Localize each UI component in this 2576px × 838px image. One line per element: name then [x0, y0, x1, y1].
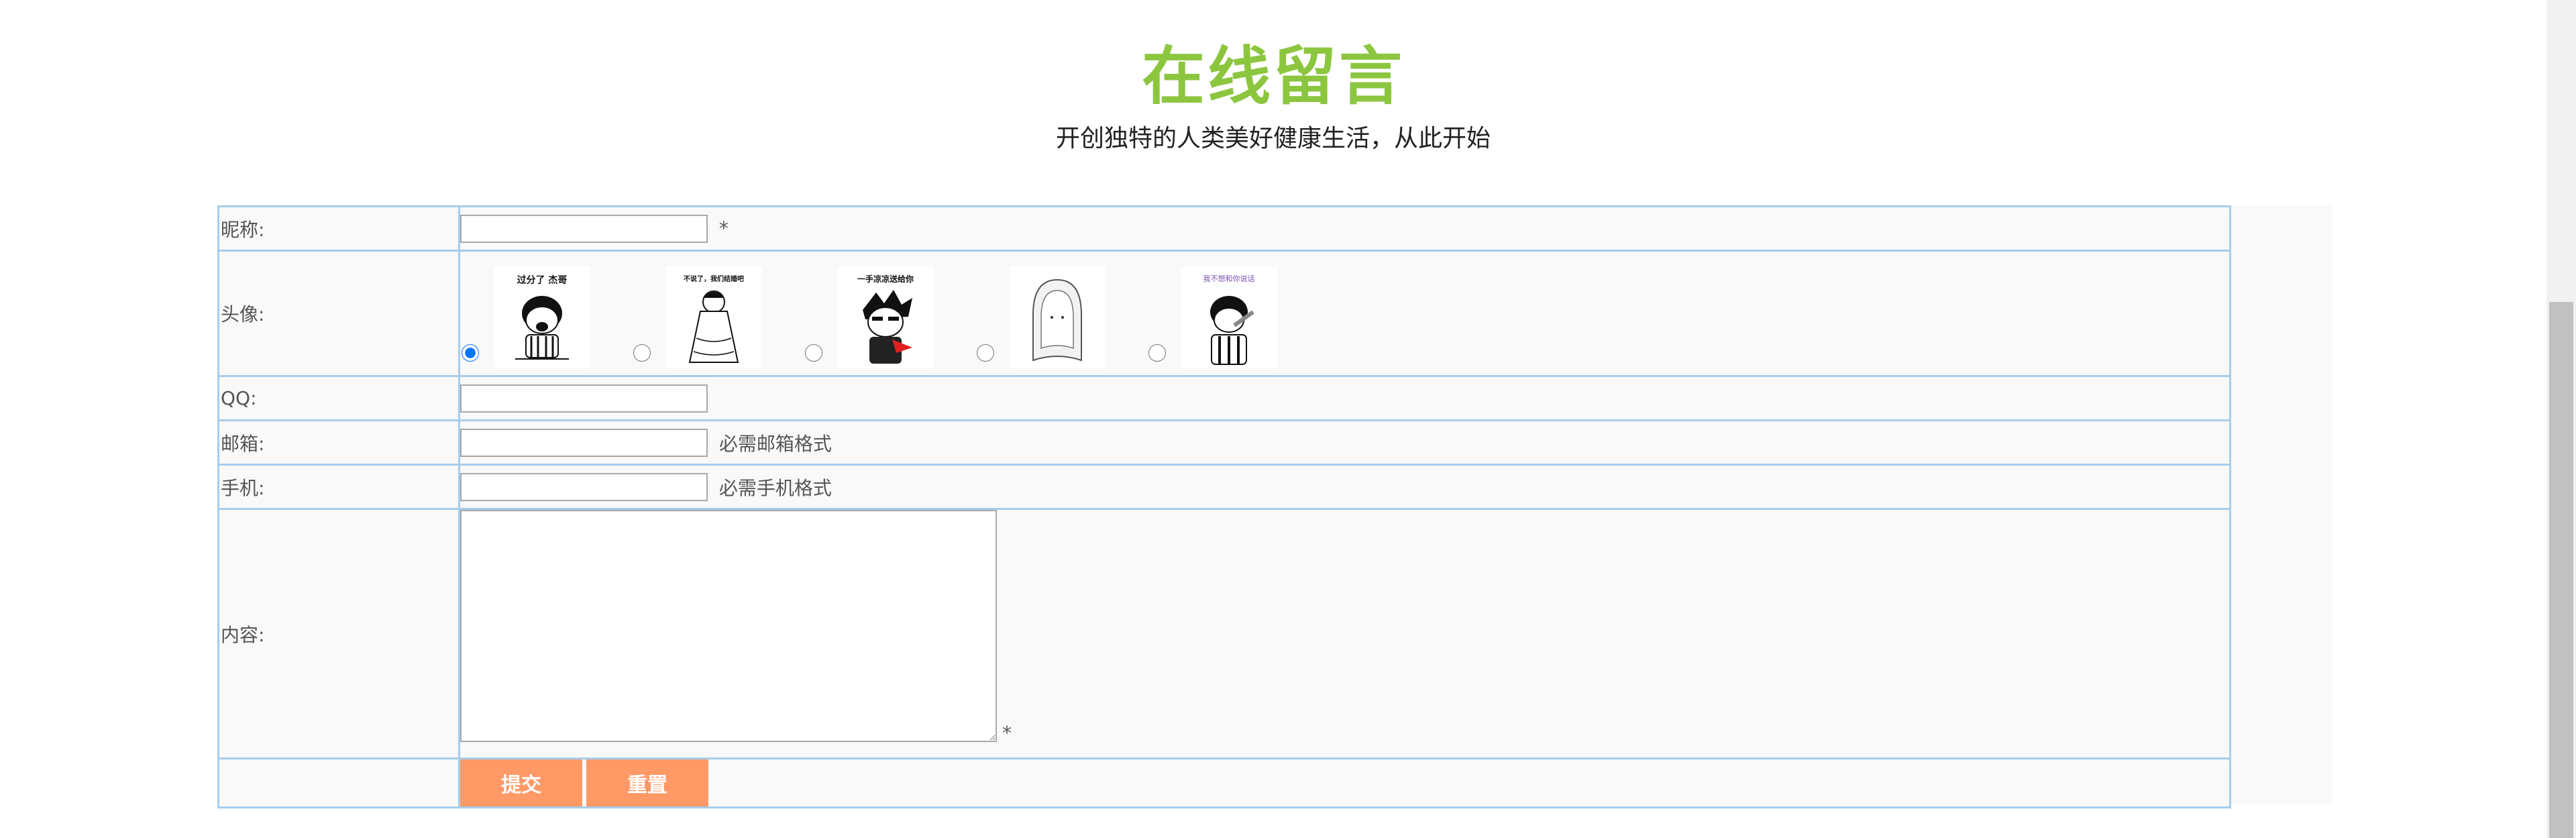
- content-label: 内容:: [217, 508, 460, 760]
- form-row-buttons: 提交 重置: [217, 757, 2231, 808]
- submit-button[interactable]: 提交: [460, 760, 582, 806]
- form-row-email: 邮箱: 必需邮箱格式: [217, 419, 2231, 466]
- reset-button[interactable]: 重置: [586, 760, 708, 806]
- avatar-option-4[interactable]: [975, 266, 1147, 375]
- avatar-field-cell: 过分了 杰哥 不说了，我们结婚吧 一手凉凉送给你 我不想和你说话: [458, 250, 2231, 377]
- nickname-field-cell: *: [458, 205, 2231, 252]
- page-title: 在线留言: [1141, 40, 1405, 113]
- avatar-image-3: 一手凉凉送给你: [837, 266, 934, 368]
- content-wrap: *: [460, 510, 2229, 757]
- email-hint: 必需邮箱格式: [718, 432, 832, 455]
- nickname-label: 昵称:: [217, 205, 460, 252]
- phone-field-cell: 必需手机格式: [458, 464, 2231, 510]
- scrollbar-thumb[interactable]: [2549, 302, 2573, 838]
- form-row-phone: 手机: 必需手机格式: [217, 464, 2231, 510]
- phone-hint: 必需手机格式: [718, 476, 832, 499]
- form-row-qq: QQ:: [217, 375, 2231, 421]
- avatar-options: 过分了 杰哥 不说了，我们结婚吧 一手凉凉送给你 我不想和你说话: [460, 252, 2229, 375]
- cool-guy-icon: [863, 290, 912, 364]
- nickname-input[interactable]: [460, 214, 708, 243]
- form-row-avatar: 头像: 过分了 杰哥 不说了，我们结婚吧 一手凉凉送给你 我不想和你说话: [217, 250, 2231, 377]
- avatar-caption-2: 不说了，我们结婚吧: [684, 276, 744, 283]
- avatar-caption-5: 我不想和你说话: [1203, 274, 1255, 283]
- qq-input[interactable]: [460, 384, 708, 413]
- avatar-option-2[interactable]: 不说了，我们结婚吧: [632, 266, 804, 375]
- email-field-cell: 必需邮箱格式: [458, 419, 2231, 466]
- qq-label: QQ:: [217, 375, 460, 421]
- page-heading: 在线留言 开创独特的人类美好健康生活，从此开始: [0, 37, 2546, 155]
- avatar-image-4: [1009, 266, 1106, 368]
- form-row-nickname: 昵称: *: [217, 205, 2231, 252]
- avatar-radio-3[interactable]: [805, 344, 822, 362]
- phone-label: 手机:: [217, 464, 460, 510]
- meme-face-icon: [515, 296, 569, 360]
- nickname-required-mark: *: [718, 217, 729, 240]
- buttons-cell: 提交 重置: [458, 757, 2231, 808]
- avatar-image-1: 过分了 杰哥: [494, 266, 590, 368]
- avatar-radio-1[interactable]: [462, 344, 479, 362]
- email-label: 邮箱:: [217, 419, 460, 466]
- email-input[interactable]: [460, 428, 708, 457]
- avatar-caption-1: 过分了 杰哥: [517, 275, 568, 286]
- ghost-icon: [1032, 278, 1082, 362]
- form-row-content: 内容: *: [217, 508, 2231, 760]
- avatar-image-5: 我不想和你说话: [1181, 266, 1277, 368]
- avatar-option-3[interactable]: 一手凉凉送给你: [804, 266, 975, 375]
- page: 在线留言 开创独特的人类美好健康生活，从此开始 昵称: * 头像: 过分了 杰哥: [0, 0, 2576, 838]
- page-scrollbar[interactable]: [2546, 0, 2576, 838]
- avatar-radio-5[interactable]: [1148, 344, 1166, 362]
- content-field-cell: *: [458, 508, 2231, 760]
- qq-field-cell: [458, 375, 2231, 421]
- avatar-label: 头像:: [217, 250, 460, 377]
- phone-input[interactable]: [460, 472, 708, 501]
- content-textarea[interactable]: [460, 510, 997, 742]
- content-required-mark: *: [1002, 722, 1012, 744]
- bride-icon: [688, 291, 739, 363]
- avatar-option-5[interactable]: 我不想和你说话: [1147, 266, 1319, 375]
- message-form: 昵称: * 头像: 过分了 杰哥 不说了，我们结婚吧 一手凉凉送给你 我不想和你…: [217, 205, 2231, 808]
- page-subtitle: 开创独特的人类美好健康生活，从此开始: [1055, 125, 1491, 152]
- avatar-caption-3: 一手凉凉送给你: [857, 274, 914, 284]
- buttons-label-cell: [217, 757, 460, 808]
- avatar-option-1[interactable]: 过分了 杰哥: [460, 266, 632, 375]
- avatar-image-2: 不说了，我们结婚吧: [665, 266, 762, 368]
- avatar-radio-4[interactable]: [977, 344, 994, 362]
- avatar-radio-2[interactable]: [633, 344, 651, 362]
- smoking-guy-icon: [1210, 296, 1254, 365]
